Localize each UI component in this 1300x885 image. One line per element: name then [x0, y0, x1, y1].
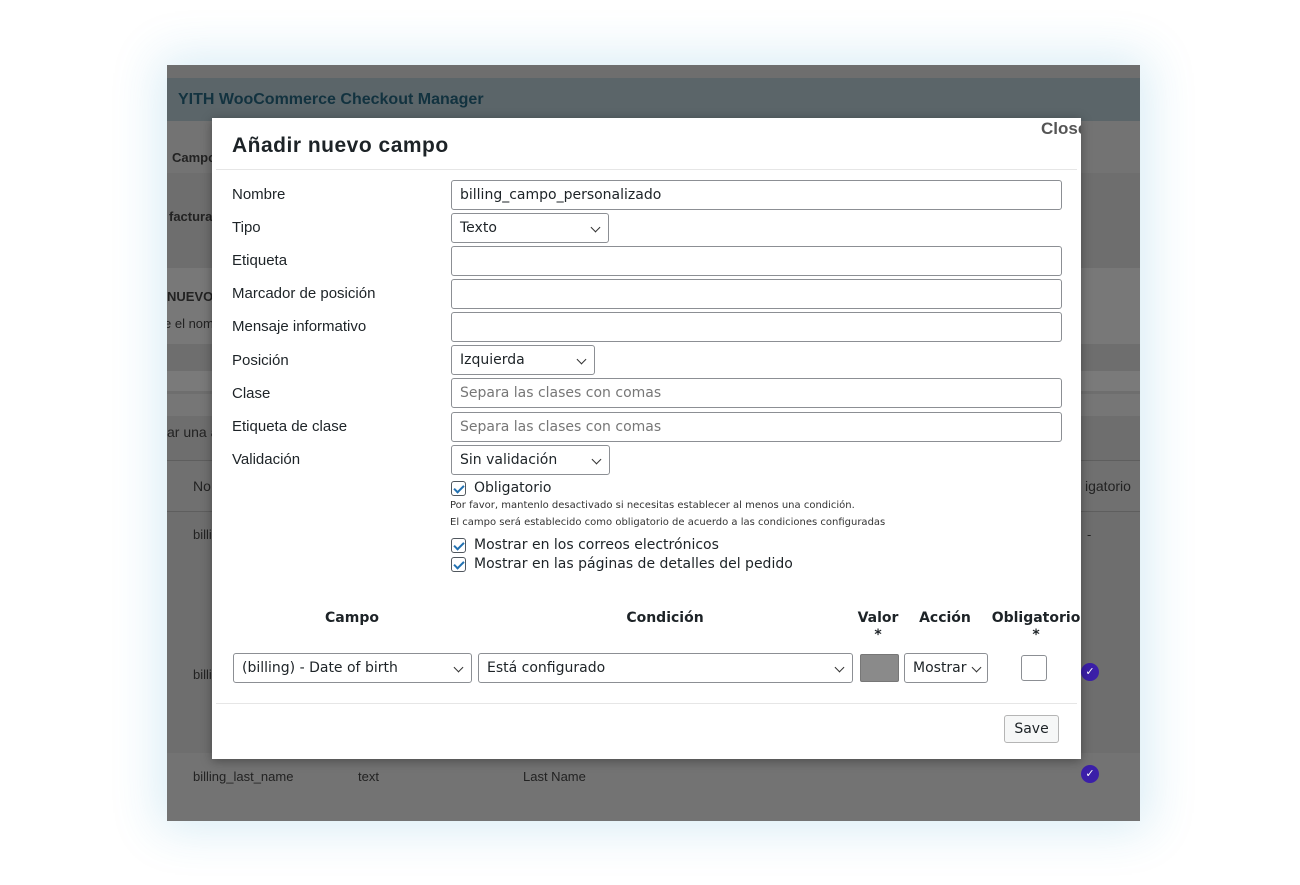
chevron-down-icon: [971, 662, 982, 673]
tipo-label: Tipo: [232, 219, 261, 236]
nombre-label: Nombre: [232, 186, 286, 203]
bg-row3-band: [167, 753, 1140, 821]
validacion-select-value: Sin validación: [460, 452, 558, 468]
conditions-header-accion: Acción: [919, 610, 971, 626]
conditions-header-condicion: Condición: [626, 610, 704, 626]
valor-header-label: Valor: [857, 610, 899, 626]
marcador-label: Marcador de posición: [232, 285, 376, 302]
etiqueta-input[interactable]: [451, 246, 1062, 276]
obligatorio-required-mark: *: [1032, 627, 1040, 643]
chevron-down-icon: [591, 454, 602, 465]
condition-campo-select[interactable]: (billing) - Date of birth: [233, 653, 472, 683]
conditions-header-campo: Campo: [325, 610, 379, 626]
condition-obligatorio-checkbox[interactable]: [1021, 655, 1047, 681]
posicion-select[interactable]: Izquierda: [451, 345, 595, 375]
condition-campo-value: (billing) - Date of birth: [242, 660, 398, 676]
modal-title: Añadir nuevo campo: [232, 134, 449, 157]
bg-new-field-heading: NUEVO: [167, 289, 214, 304]
conditions-header-obligatorio: Obligatorio *: [990, 610, 1082, 644]
posicion-select-value: Izquierda: [460, 352, 525, 368]
chevron-down-icon: [453, 662, 464, 673]
etiqueta-label: Etiqueta: [232, 252, 288, 269]
bg-row2-name: billi: [193, 667, 212, 682]
condition-accion-select[interactable]: Mostrar: [904, 653, 988, 683]
plugin-title: YITH WooCommerce Checkout Manager: [167, 78, 1140, 121]
bg-row3-label: Last Name: [523, 769, 586, 784]
tipo-select-value: Texto: [460, 220, 497, 236]
clase-label: Clase: [232, 385, 271, 402]
condition-condicion-select[interactable]: Está configurado: [478, 653, 853, 683]
bg-bulk-action[interactable]: ar una a: [167, 424, 218, 440]
bg-row1-name: billi: [193, 527, 212, 542]
obligatorio-note-1: Por favor, mantenlo desactivado si neces…: [450, 500, 855, 511]
posicion-label: Posición: [232, 352, 289, 369]
marcador-input[interactable]: [451, 279, 1062, 309]
etiqueta-clase-input[interactable]: [451, 412, 1062, 442]
obligatorio-note-2: El campo será establecido como obligator…: [450, 517, 886, 528]
nombre-input[interactable]: [451, 180, 1062, 210]
condition-valor-input[interactable]: [860, 654, 899, 682]
bg-col-required: igatorio: [1085, 478, 1131, 494]
bg-row3-type: text: [358, 769, 379, 784]
validacion-select[interactable]: Sin validación: [451, 445, 610, 475]
header-divider: [216, 169, 1077, 170]
validacion-label: Validación: [232, 451, 301, 468]
obligatorio-header-label: Obligatorio: [991, 610, 1081, 626]
mensaje-label: Mensaje informativo: [232, 318, 367, 335]
etiqueta-clase-label: Etiqueta de clase: [232, 418, 348, 435]
obligatorio-label: Obligatorio: [474, 480, 552, 496]
footer-divider: [216, 703, 1077, 704]
valor-required-mark: *: [874, 627, 882, 643]
chevron-down-icon: [576, 354, 587, 365]
tipo-select[interactable]: Texto: [451, 213, 609, 243]
bg-col-name: No: [193, 478, 211, 494]
bg-row3-name: billing_last_name: [193, 769, 294, 784]
bg-new-field-desc: e el nom: [167, 316, 214, 331]
condition-condicion-value: Está configurado: [487, 660, 606, 676]
bg-tab-campos[interactable]: Campo: [172, 150, 216, 165]
add-field-modal: Añadir nuevo campo Close Nombre Tipo Tex…: [212, 118, 1081, 759]
chevron-down-icon: [590, 222, 601, 233]
bg-row3-required-check-icon: ✓: [1081, 765, 1099, 783]
obligatorio-checkbox[interactable]: [451, 481, 466, 496]
save-button[interactable]: Save: [1004, 715, 1059, 743]
clase-input[interactable]: [451, 378, 1062, 408]
conditions-header-valor: Valor *: [853, 610, 903, 644]
mostrar-pedido-checkbox[interactable]: [451, 557, 466, 572]
bg-row1-required: -: [1087, 527, 1092, 542]
mostrar-correos-checkbox[interactable]: [451, 538, 466, 553]
chevron-down-icon: [834, 662, 845, 673]
condition-accion-value: Mostrar: [913, 660, 967, 676]
mostrar-correos-label: Mostrar en los correos electrónicos: [474, 537, 719, 553]
bg-row2-required-check-icon: ✓: [1081, 663, 1099, 681]
bg-section-title: factura: [169, 209, 213, 224]
mostrar-pedido-label: Mostrar en las páginas de detalles del p…: [474, 556, 793, 572]
close-button[interactable]: Close: [1041, 118, 1081, 140]
mensaje-input[interactable]: [451, 312, 1062, 342]
